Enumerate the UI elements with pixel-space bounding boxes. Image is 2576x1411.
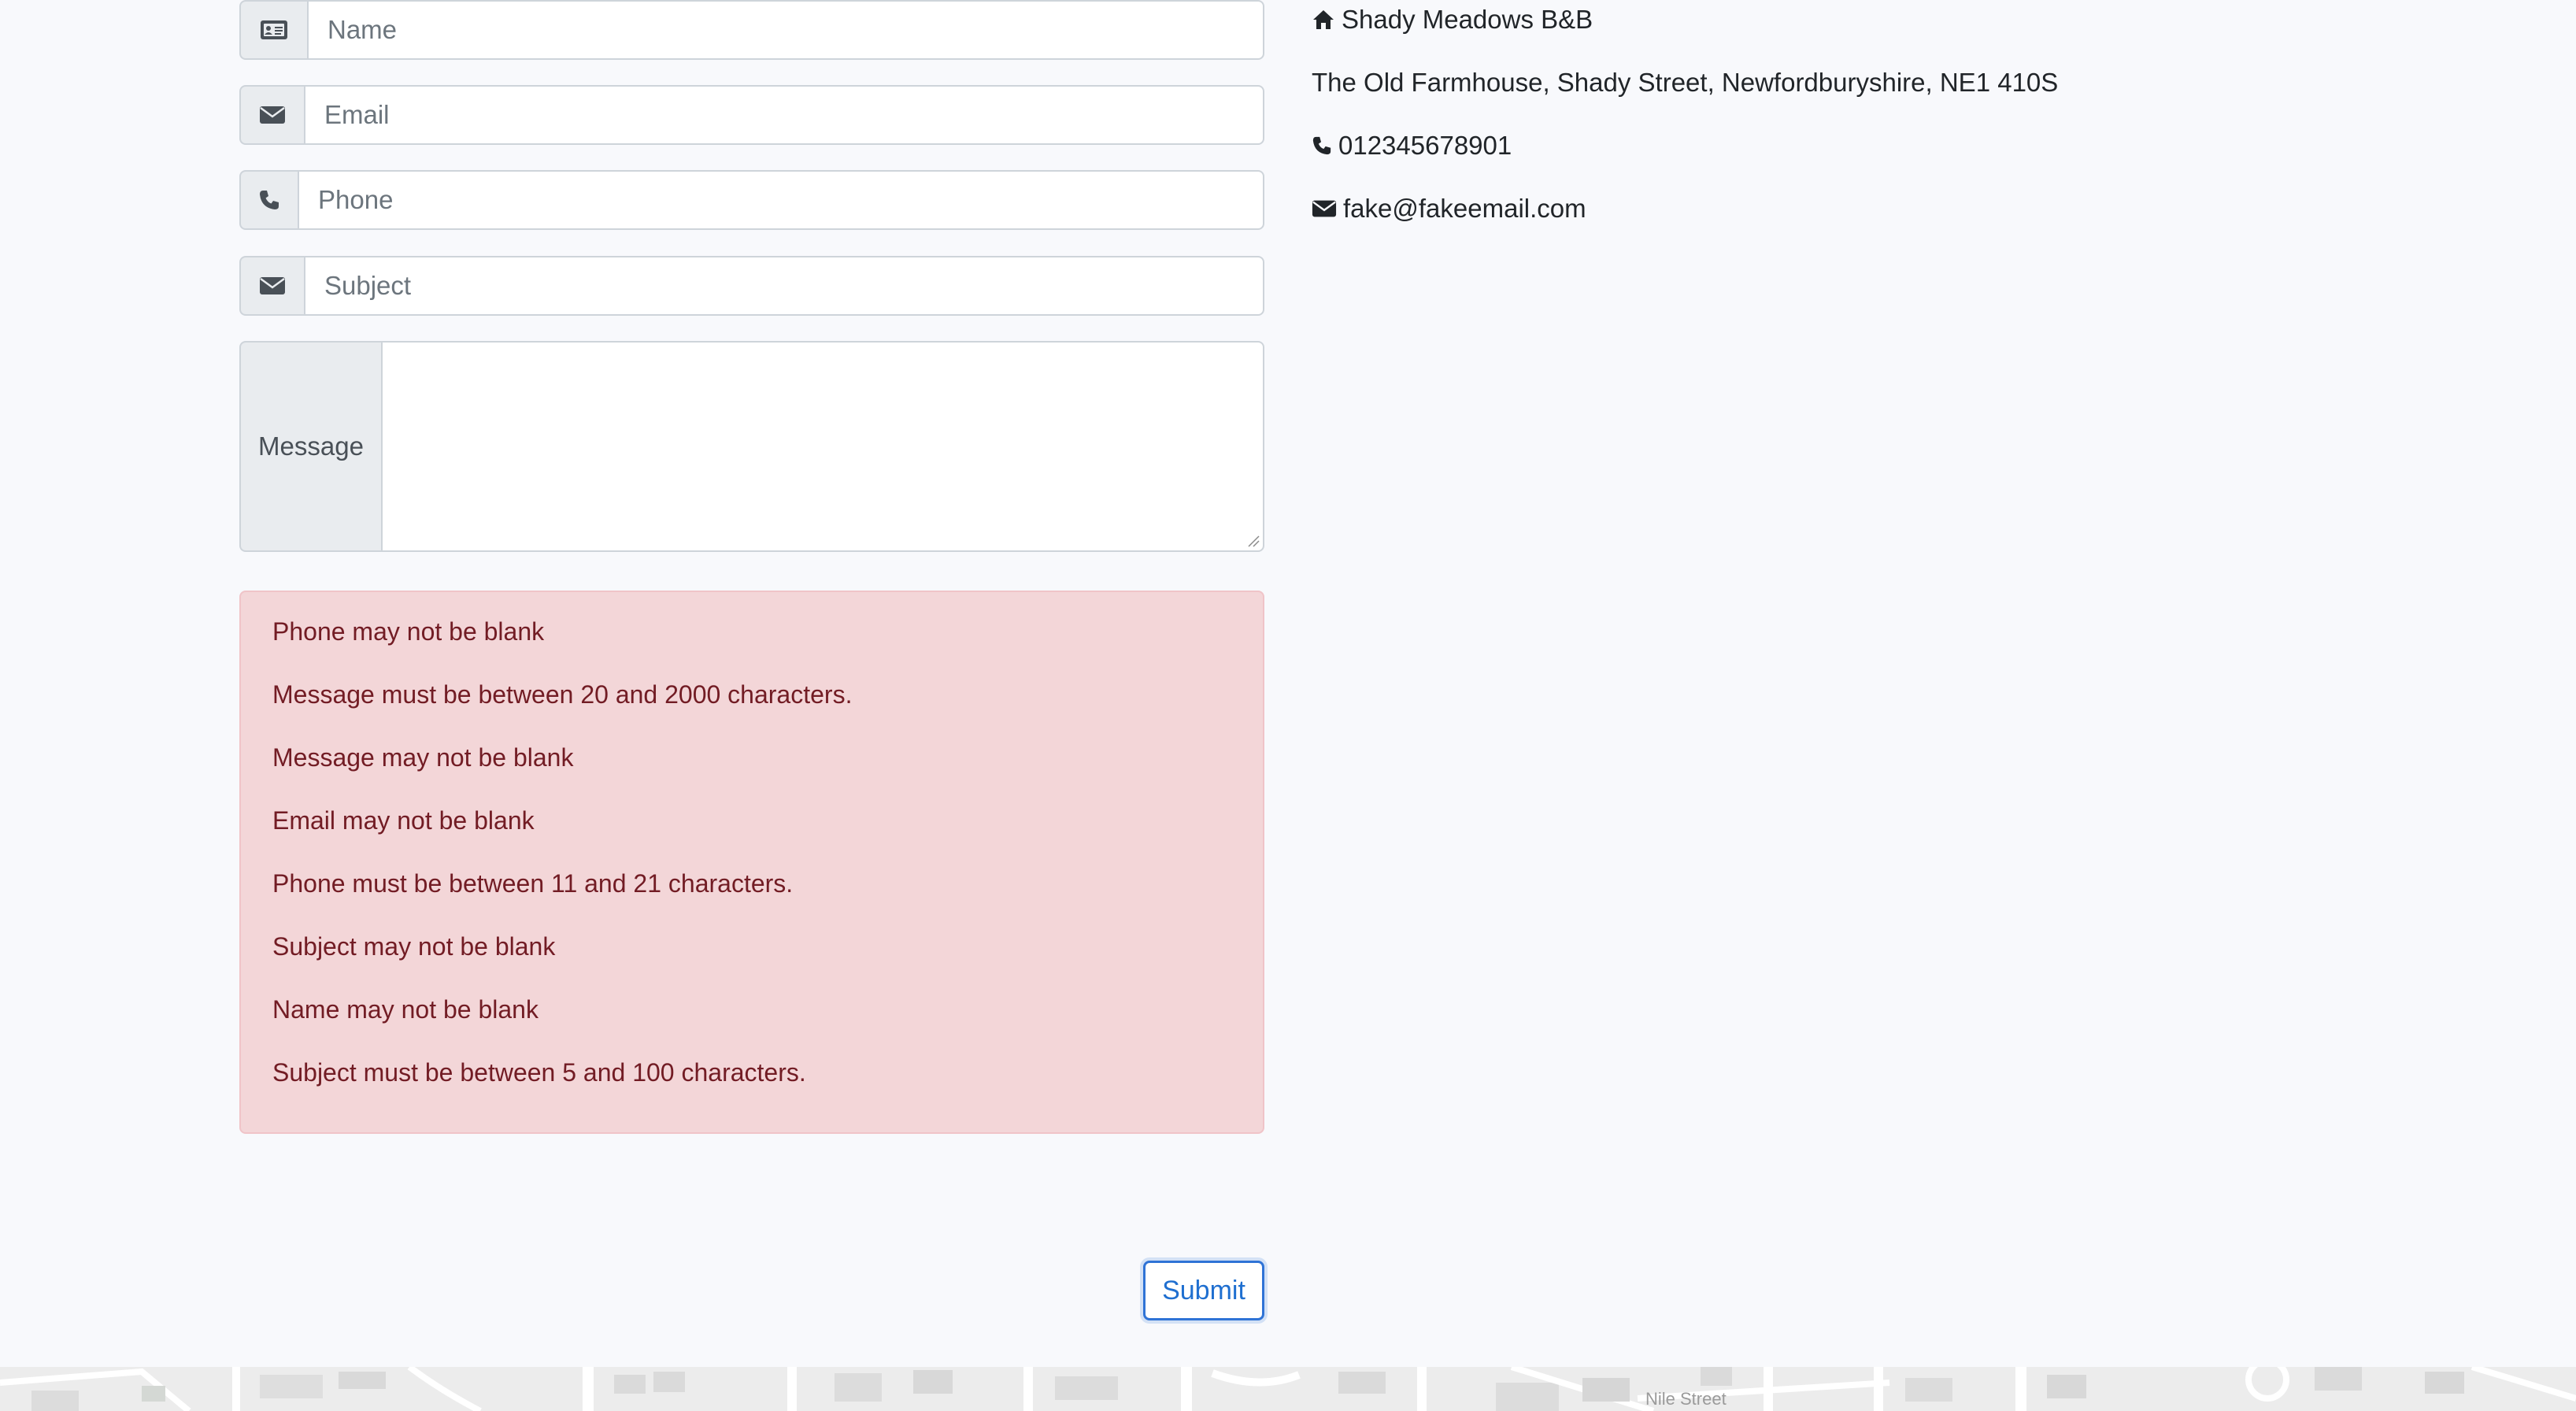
map[interactable]: Nile Street bbox=[0, 1367, 2576, 1411]
resize-grip-icon[interactable] bbox=[1245, 533, 1260, 547]
error-alert: Phone may not be blank Message must be b… bbox=[239, 591, 1264, 1134]
phone-input[interactable]: Phone bbox=[298, 170, 1264, 230]
message-input-group: Message bbox=[239, 341, 1264, 552]
address-text: The Old Farmhouse, Shady Street, Newford… bbox=[1312, 68, 2059, 97]
error-message: Subject must be between 5 and 100 charac… bbox=[272, 1058, 806, 1087]
phone-icon bbox=[1312, 136, 1331, 155]
email-text: fake@fakeemail.com bbox=[1343, 194, 1586, 223]
email-input[interactable]: Email bbox=[304, 85, 1264, 145]
error-message: Message may not be blank bbox=[272, 743, 574, 772]
error-message: Name may not be blank bbox=[272, 995, 539, 1024]
map-street-label: Nile Street bbox=[1645, 1389, 1727, 1409]
phone-input-group: Phone bbox=[239, 170, 1264, 230]
error-message: Email may not be blank bbox=[272, 806, 535, 835]
name-input-group: Name bbox=[239, 0, 1264, 60]
error-message: Subject may not be blank bbox=[272, 932, 556, 961]
message-label: Message bbox=[239, 341, 381, 552]
envelope-icon bbox=[1312, 200, 1337, 217]
map-tiles bbox=[0, 1367, 2576, 1411]
submit-button[interactable]: Submit bbox=[1143, 1261, 1264, 1320]
envelope-icon bbox=[239, 256, 304, 316]
error-message: Phone may not be blank bbox=[272, 617, 545, 646]
business-name: Shady Meadows B&B bbox=[1342, 5, 1593, 34]
email-input-group: Email bbox=[239, 85, 1264, 145]
message-textarea[interactable] bbox=[381, 341, 1264, 552]
id-card-icon bbox=[239, 0, 307, 60]
phone-line: 012345678901 bbox=[1312, 128, 1512, 163]
business-name-line: Shady Meadows B&B bbox=[1312, 2, 1593, 37]
error-message: Phone must be between 11 and 21 characte… bbox=[272, 869, 794, 898]
error-message: Message must be between 20 and 2000 char… bbox=[272, 680, 853, 709]
phone-text: 012345678901 bbox=[1338, 131, 1512, 160]
email-line: fake@fakeemail.com bbox=[1312, 191, 1586, 226]
name-input[interactable]: Name bbox=[307, 0, 1264, 60]
home-icon bbox=[1313, 10, 1334, 29]
subject-input-group: Subject bbox=[239, 256, 1264, 316]
subject-input[interactable]: Subject bbox=[304, 256, 1264, 316]
envelope-icon bbox=[239, 85, 304, 145]
phone-icon bbox=[239, 170, 298, 230]
address-line: The Old Farmhouse, Shady Street, Newford… bbox=[1312, 65, 2058, 100]
